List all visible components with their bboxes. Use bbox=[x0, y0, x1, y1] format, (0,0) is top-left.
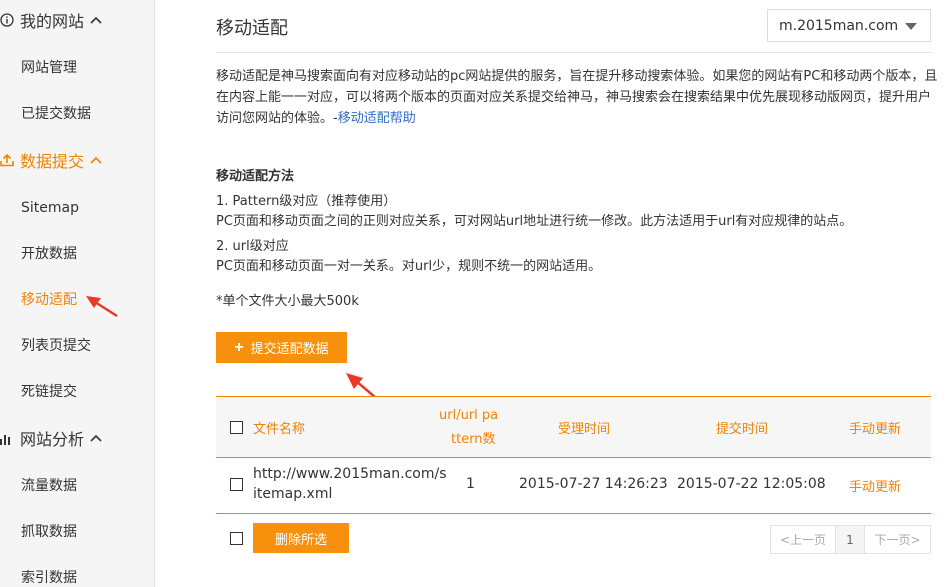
method1-desc: PC页面和移动页面之间的正则对应关系，可对网站url地址进行统一修改。此方法适用… bbox=[216, 214, 853, 229]
plus-icon: + bbox=[234, 338, 244, 356]
chevron-up-icon bbox=[90, 156, 102, 164]
divider bbox=[216, 52, 931, 53]
column-header-filename: 文件名称 bbox=[253, 422, 306, 437]
table-header-divider bbox=[216, 457, 931, 458]
row-filename-line1: http://www.2015man.com/s bbox=[253, 466, 447, 482]
sidebar-section-label: 网站分析 bbox=[20, 430, 85, 449]
sidebar-item-mobile-adaptation[interactable]: 移动适配 bbox=[21, 290, 77, 310]
file-size-note: *单个文件大小最大500k bbox=[216, 294, 359, 309]
sidebar: 我的网站 网站管理 已提交数据 数据提交 Sitemap 开放数据 移动适配 列… bbox=[0, 0, 155, 587]
column-header-submit-time: 提交时间 bbox=[716, 422, 769, 437]
table-bottom-border bbox=[216, 513, 931, 514]
chevron-up-icon bbox=[90, 434, 102, 442]
method1-title: 1. Pattern级对应（推荐使用） bbox=[216, 194, 397, 209]
sidebar-item-list-page-submit[interactable]: 列表页提交 bbox=[21, 336, 91, 356]
sidebar-item-site-management[interactable]: 网站管理 bbox=[21, 58, 77, 78]
prev-page-button[interactable]: <上一页 bbox=[770, 525, 836, 554]
row-manual-update-link[interactable]: 手动更新 bbox=[849, 476, 901, 495]
delete-selected-button[interactable]: 删除所选 bbox=[253, 523, 349, 553]
method-heading: 移动适配方法 bbox=[216, 169, 295, 184]
method2-title: 2. url级对应 bbox=[216, 239, 289, 254]
column-header-accept-time: 受理时间 bbox=[558, 422, 611, 437]
sidebar-item-dead-link-submit[interactable]: 死链提交 bbox=[21, 382, 77, 402]
help-link[interactable]: 移动适配帮助 bbox=[338, 111, 416, 126]
method2-desc: PC页面和移动页面一对一关系。对url少，规则不统一的网站适用。 bbox=[216, 259, 602, 274]
info-icon bbox=[0, 13, 16, 27]
sidebar-item-sitemap[interactable]: Sitemap bbox=[21, 198, 79, 218]
sidebar-item-index-data[interactable]: 索引数据 bbox=[21, 568, 77, 587]
sidebar-section-label: 数据提交 bbox=[20, 152, 85, 171]
sidebar-item-submitted-data[interactable]: 已提交数据 bbox=[21, 104, 91, 124]
caret-down-icon bbox=[905, 23, 917, 30]
page-title: 移动适配 bbox=[216, 18, 288, 39]
sidebar-section-my-sites[interactable]: 我的网站 bbox=[0, 5, 102, 35]
chevron-up-icon bbox=[90, 16, 102, 24]
sidebar-item-open-data[interactable]: 开放数据 bbox=[21, 244, 77, 264]
column-header-manual-update: 手动更新 bbox=[849, 422, 902, 437]
sidebar-item-traffic-data[interactable]: 流量数据 bbox=[21, 476, 77, 496]
submit-button-label: 提交适配数据 bbox=[250, 341, 329, 356]
row-accept-time: 2015-07-27 14:26:23 bbox=[519, 476, 668, 492]
domain-select-value: m.2015man.com bbox=[779, 17, 899, 34]
submit-adaptation-button[interactable]: + 提交适配数据 bbox=[216, 332, 347, 363]
bar-chart-icon bbox=[0, 431, 16, 445]
domain-select[interactable]: m.2015man.com bbox=[767, 9, 931, 42]
column-header-pattern-count-line2: ttern数 bbox=[451, 432, 496, 447]
row-filename-line2: itemap.xml bbox=[253, 486, 333, 502]
row-pattern-count: 1 bbox=[466, 476, 475, 492]
column-header-pattern-count-line1: url/url pa bbox=[439, 408, 499, 423]
intro-text: 移动适配是神马搜索面向有对应移动站的pc网站提供的服务，旨在提升移动搜索体验。如… bbox=[216, 66, 938, 129]
next-page-button[interactable]: 下一页> bbox=[864, 525, 931, 554]
sidebar-section-site-analysis[interactable]: 网站分析 bbox=[0, 423, 102, 453]
upload-icon bbox=[0, 153, 16, 167]
sidebar-section-data-submit[interactable]: 数据提交 bbox=[0, 145, 102, 175]
select-all-checkbox[interactable] bbox=[230, 421, 243, 434]
current-page[interactable]: 1 bbox=[835, 525, 865, 554]
row-submit-time: 2015-07-22 12:05:08 bbox=[677, 476, 826, 492]
row-checkbox[interactable] bbox=[230, 478, 243, 491]
intro-body: 移动适配是神马搜索面向有对应移动站的pc网站提供的服务，旨在提升移动搜索体验。如… bbox=[216, 69, 938, 126]
sidebar-item-crawl-data[interactable]: 抓取数据 bbox=[21, 522, 77, 542]
sidebar-section-label: 我的网站 bbox=[20, 12, 85, 31]
bottom-select-all-checkbox[interactable] bbox=[230, 532, 243, 545]
